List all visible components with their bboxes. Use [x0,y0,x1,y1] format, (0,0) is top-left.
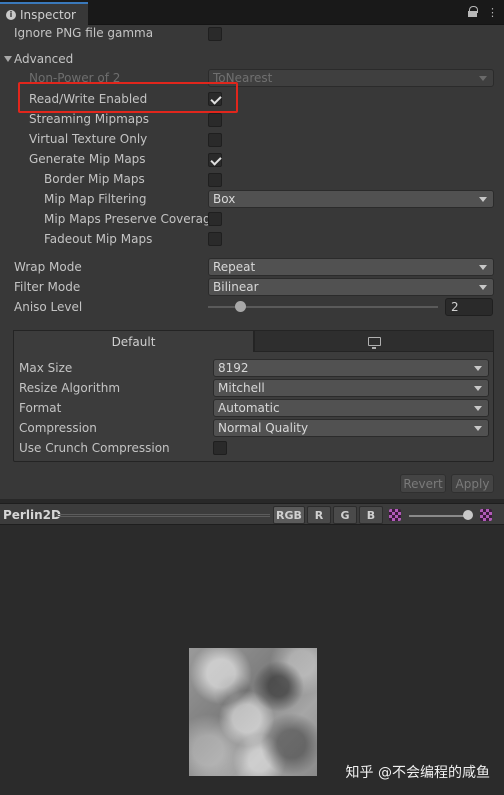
use-crunch-label: Use Crunch Compression [19,441,170,455]
chevron-down-icon [479,76,487,81]
fadeout-mipmaps-checkbox[interactable] [208,232,222,246]
preview-title: Perlin2D [3,508,61,522]
wrap-mode-value: Repeat [213,260,256,274]
perlin-noise-texture-image [189,648,317,776]
mipmap-filtering-label: Mip Map Filtering [44,192,147,206]
generate-mipmaps-checkbox[interactable] [208,153,222,167]
border-mipmaps-label: Border Mip Maps [44,172,145,186]
mipmap-filtering-value: Box [213,192,236,206]
use-crunch-checkbox[interactable] [213,441,227,455]
ignore-png-gamma-label: Ignore PNG file gamma [14,26,154,40]
format-dropdown[interactable]: Automatic [213,399,489,417]
window-tab-bar: i Inspector ⋮ [0,0,504,25]
tab-tools: ⋮ [468,6,498,19]
fadeout-mipmaps-label: Fadeout Mip Maps [44,232,153,246]
compression-label: Compression [19,421,97,435]
chevron-down-icon [474,406,482,411]
alpha-channel-icon[interactable] [389,509,401,521]
apply-button[interactable]: Apply [451,474,494,493]
read-write-highlight-box [18,82,238,113]
compression-dropdown[interactable]: Normal Quality [213,419,489,437]
preview-drag-handle[interactable] [56,514,270,517]
chevron-down-icon [474,386,482,391]
generate-mipmaps-label: Generate Mip Maps [29,152,146,166]
channel-rgb-button[interactable]: RGB [273,506,305,524]
tab-default-label: Default [111,334,156,349]
tab-inspector[interactable]: i Inspector [0,2,88,25]
mipmaps-preserve-coverage-label: Mip Maps Preserve Coverage [44,212,218,226]
filter-mode-value: Bilinear [213,280,259,294]
format-value: Automatic [218,401,280,415]
preview-toolbar: Perlin2D RGB R G B [0,503,504,525]
chevron-down-icon [479,265,487,270]
tab-inspector-label: Inspector [20,7,76,22]
filter-mode-label: Filter Mode [14,280,81,294]
format-label: Format [19,401,62,415]
streaming-mipmaps-checkbox[interactable] [208,113,222,127]
compression-value: Normal Quality [218,421,309,435]
channel-r-button[interactable]: R [307,506,331,524]
chevron-down-icon [474,366,482,371]
resize-algorithm-value: Mitchell [218,381,265,395]
resize-algorithm-dropdown[interactable]: Mitchell [213,379,489,397]
max-size-value: 8192 [218,361,249,375]
more-options-icon[interactable]: ⋮ [487,6,498,19]
aniso-level-slider-thumb[interactable] [235,301,246,312]
resize-algorithm-label: Resize Algorithm [19,381,121,395]
mipmap-filtering-dropdown[interactable]: Box [208,190,494,208]
ignore-png-gamma-checkbox[interactable] [208,27,222,41]
max-size-label: Max Size [19,361,73,375]
tab-standalone[interactable] [254,330,494,352]
chevron-down-icon [479,197,487,202]
aniso-level-field[interactable]: 2 [445,298,493,316]
info-icon: i [6,9,16,20]
virtual-texture-label: Virtual Texture Only [29,132,148,146]
mip-level-slider-thumb[interactable] [463,510,473,520]
tab-default[interactable]: Default [13,330,254,352]
checker-background-icon[interactable] [480,509,492,521]
max-size-dropdown[interactable]: 8192 [213,359,489,377]
mipmaps-preserve-coverage-checkbox[interactable] [208,212,222,226]
channel-g-button[interactable]: G [333,506,357,524]
aniso-level-label: Aniso Level [14,300,83,314]
monitor-icon [367,336,381,349]
mip-level-slider-track[interactable] [409,515,469,517]
wrap-mode-dropdown[interactable]: Repeat [208,258,494,276]
streaming-mipmaps-label: Streaming Mipmaps [29,112,150,126]
channel-b-button[interactable]: B [359,506,383,524]
advanced-foldout-label[interactable]: Advanced [14,52,73,66]
virtual-texture-checkbox[interactable] [208,133,222,147]
chevron-down-icon [474,426,482,431]
non-power-of-2-dropdown: ToNearest [208,69,494,87]
watermark: 知乎 @不会编程的咸鱼 [345,765,490,781]
chevron-down-icon [479,285,487,290]
lock-icon[interactable] [468,6,478,17]
filter-mode-dropdown[interactable]: Bilinear [208,278,494,296]
wrap-mode-label: Wrap Mode [14,260,82,274]
border-mipmaps-checkbox[interactable] [208,173,222,187]
advanced-foldout-arrow-icon[interactable] [4,56,12,62]
revert-button[interactable]: Revert [400,474,446,493]
